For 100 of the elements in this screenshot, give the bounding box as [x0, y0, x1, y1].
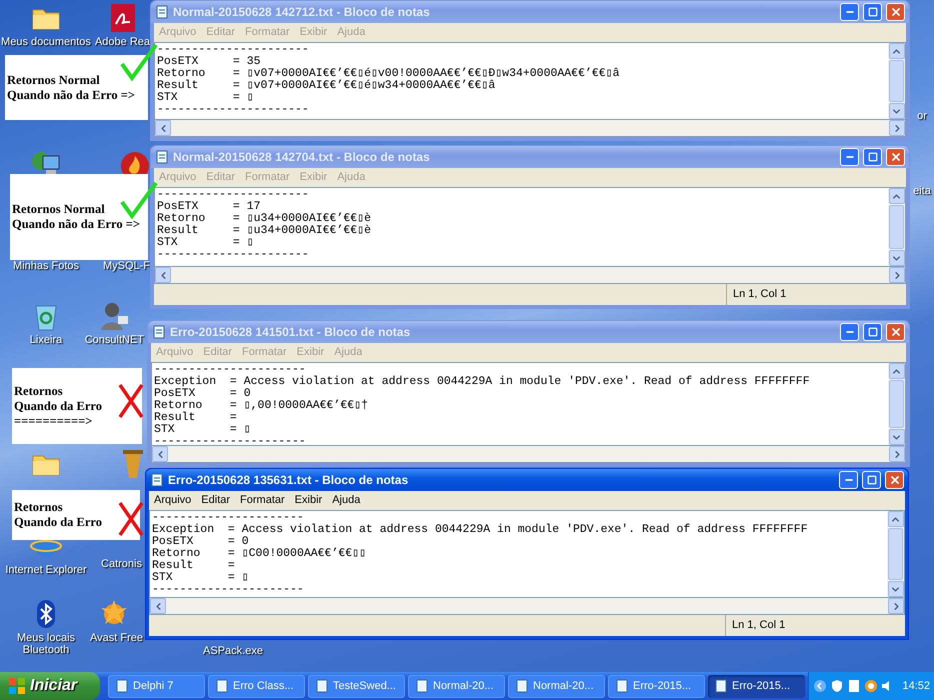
scroll-down-button[interactable] — [888, 581, 904, 597]
horizontal-scrollbar[interactable] — [154, 120, 906, 137]
maximize-button[interactable] — [863, 148, 882, 166]
scroll-left-button[interactable] — [152, 446, 168, 462]
menu-item[interactable]: Ajuda — [330, 344, 366, 361]
window-title: Normal-20150628 142704.txt - Bloco de notas — [173, 149, 431, 166]
scroll-up-button[interactable] — [888, 363, 904, 379]
text-line: ---------------------- — [157, 104, 310, 116]
minimize-button[interactable] — [840, 3, 859, 21]
close-button[interactable] — [885, 471, 904, 489]
menu-item[interactable]: Formatar — [238, 344, 291, 361]
menu-item[interactable]: Arquivo — [152, 344, 198, 361]
taskbar-button[interactable]: Normal-20... — [408, 674, 505, 698]
vertical-scrollbar[interactable] — [888, 363, 905, 445]
desktop-icon-label[interactable]: Lixeira — [30, 334, 62, 346]
window-title: Erro-20150628 135631.txt - Bloco de notas — [168, 472, 410, 489]
title-bar[interactable]: Normal-20150628 142704.txt - Bloco de notas — [151, 146, 909, 168]
scroll-thumb[interactable] — [889, 60, 904, 102]
menu-item[interactable]: Arquivo — [150, 492, 196, 509]
close-icon — [890, 6, 902, 18]
desktop-icon-label[interactable]: eita — [913, 185, 931, 197]
cross-mark-icon — [116, 500, 146, 538]
vertical-scrollbar[interactable] — [888, 43, 905, 119]
taskbar-button[interactable]: Delphi 7 — [108, 674, 205, 698]
scroll-left-button[interactable] — [155, 120, 171, 136]
close-button[interactable] — [886, 323, 905, 341]
maximize-button[interactable] — [863, 323, 882, 341]
minimize-button[interactable] — [840, 148, 859, 166]
minimize-button[interactable] — [840, 323, 859, 341]
scroll-up-button[interactable] — [888, 188, 904, 204]
desktop-icon-label[interactable]: Minhas Fotos — [12, 260, 80, 272]
scroll-thumb[interactable] — [889, 205, 904, 249]
circle-icon[interactable] — [864, 679, 878, 693]
desktop-icon-label[interactable]: ConsultNET — [84, 334, 144, 346]
desktop-icon-label[interactable]: or — [917, 110, 927, 122]
menu-item[interactable]: Formatar — [241, 24, 294, 41]
taskbar-button[interactable]: Erro Class... — [208, 674, 305, 698]
horizontal-scrollbar[interactable] — [154, 267, 906, 284]
menu-item[interactable]: Ajuda — [333, 169, 370, 186]
menu-item[interactable]: Editar — [199, 344, 236, 361]
menu-item[interactable]: Exibir — [296, 169, 332, 186]
menu-item[interactable]: Formatar — [241, 169, 294, 186]
scroll-down-button[interactable] — [888, 250, 904, 266]
scroll-right-button[interactable] — [889, 267, 905, 283]
desktop-icon-label[interactable]: MySQL-F — [102, 260, 150, 272]
scroll-left-button[interactable] — [150, 598, 166, 614]
horizontal-scrollbar[interactable] — [151, 446, 906, 463]
taskbar-button[interactable]: Normal-20... — [508, 674, 605, 698]
desktop-icon-label[interactable]: Catronis — [101, 558, 142, 570]
notepad-icon — [152, 325, 166, 339]
taskbar-button[interactable]: Erro-2015... — [608, 674, 705, 698]
close-button[interactable] — [886, 3, 905, 21]
close-button[interactable] — [886, 148, 905, 166]
maximize-icon — [868, 152, 878, 162]
menu-item[interactable]: Formatar — [236, 492, 289, 509]
window-title: Erro-20150628 141501.txt - Bloco de notas — [170, 324, 412, 341]
document-icon[interactable] — [847, 679, 861, 693]
menu-item[interactable]: Ajuda — [328, 492, 364, 509]
cross-mark-icon — [116, 382, 146, 420]
shield-icon[interactable] — [830, 679, 844, 693]
horizontal-scrollbar[interactable] — [149, 598, 905, 615]
scroll-thumb[interactable] — [889, 380, 904, 428]
menu-item[interactable]: Ajuda — [333, 24, 370, 41]
menu-item[interactable]: Exibir — [296, 24, 332, 41]
menu-item[interactable]: Editar — [197, 492, 234, 509]
taskbar-button[interactable]: Erro-2015... — [708, 674, 805, 698]
menu-item[interactable]: Exibir — [292, 344, 328, 361]
taskbar-button[interactable]: TesteSwed... — [308, 674, 405, 698]
scroll-right-button[interactable] — [889, 120, 905, 136]
desktop-icon-label[interactable]: ASPack.exe — [203, 645, 263, 657]
scroll-left-button[interactable] — [155, 267, 171, 283]
scroll-up-button[interactable] — [888, 511, 904, 527]
text-line: PosETX = 0 — [154, 388, 251, 400]
menu-item[interactable]: Exibir — [290, 492, 326, 509]
desktop-icon-label[interactable]: Adobe Rea — [94, 36, 150, 48]
maximize-button[interactable] — [862, 471, 881, 489]
scroll-right-button[interactable] — [888, 598, 904, 614]
vertical-scrollbar[interactable] — [888, 188, 905, 266]
maximize-button[interactable] — [863, 3, 882, 21]
menu-item[interactable]: Editar — [202, 169, 240, 186]
vertical-scrollbar[interactable] — [887, 511, 904, 597]
desktop-icon-label[interactable]: Avast Free — [90, 632, 143, 644]
window-icon — [615, 679, 629, 693]
scroll-up-button[interactable] — [888, 43, 904, 59]
title-bar[interactable]: Erro-20150628 141501.txt - Bloco de notas — [148, 321, 909, 343]
menu-item[interactable]: Arquivo — [155, 24, 200, 41]
menu-item[interactable]: Editar — [202, 24, 240, 41]
minimize-button[interactable] — [839, 471, 858, 489]
desktop-icon-label[interactable]: Internet Explorer — [5, 564, 87, 576]
start-button[interactable]: Iniciar — [0, 672, 100, 700]
scroll-right-button[interactable] — [889, 446, 905, 462]
scroll-thumb[interactable] — [888, 528, 903, 580]
scroll-down-button[interactable] — [888, 103, 904, 119]
maximize-icon — [868, 327, 878, 337]
title-bar[interactable]: Erro-20150628 135631.txt - Bloco de notas — [146, 469, 908, 491]
cursor-position: Ln 1, Col 1 — [725, 615, 905, 636]
scroll-down-button[interactable] — [888, 429, 904, 445]
desktop-icon-label[interactable]: Meus documentos — [1, 36, 91, 48]
title-bar[interactable]: Normal-20150628 142712.txt - Bloco de notas — [151, 1, 909, 23]
menu-item[interactable]: Arquivo — [155, 169, 200, 186]
